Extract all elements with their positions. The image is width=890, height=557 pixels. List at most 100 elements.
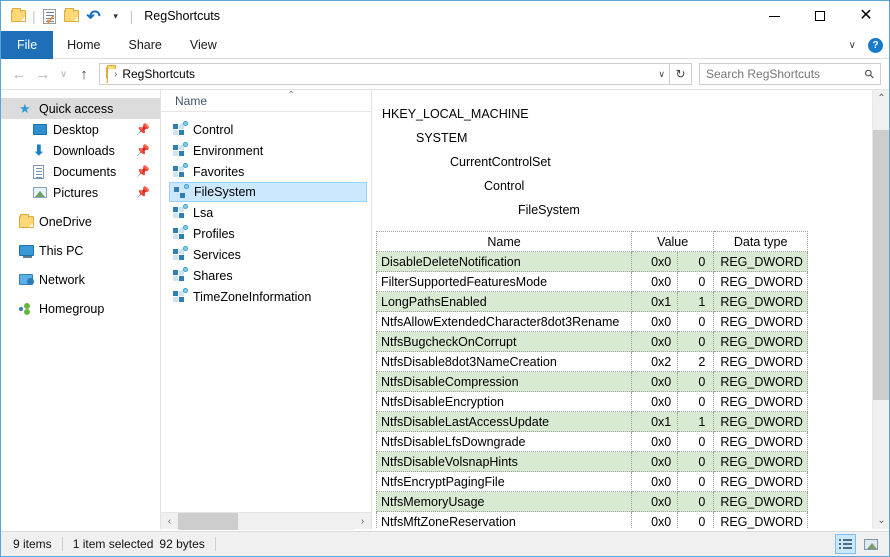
column-header-value: Value [631,231,715,252]
table-row[interactable]: NtfsDisableLastAccessUpdate 0x1 1 REG_DW… [375,411,808,432]
close-button[interactable]: ✕ [843,1,889,31]
pin-icon[interactable]: 📌 [136,123,150,136]
address-dropdown-icon[interactable]: ∨ [658,69,665,80]
sidebar-item-onedrive[interactable]: OneDrive [1,211,160,232]
chevron-down-icon[interactable]: ∨ [849,40,856,51]
search-input[interactable]: Search RegShortcuts [706,67,820,81]
scroll-up-icon[interactable]: ⌃ [873,90,889,107]
file-list-column-header[interactable]: Name ⌃ [161,90,371,112]
list-item[interactable]: TimeZoneInformation [161,286,371,307]
table-row[interactable]: NtfsMftZoneReservation 0x0 0 REG_DWORD [375,511,808,529]
registry-file-icon [173,121,188,136]
table-header-row: Name Value Data type [375,231,808,252]
list-item[interactable]: Environment [161,140,371,161]
registry-file-icon [173,267,188,282]
cell-hex: 0x0 [631,251,679,272]
table-row[interactable]: FilterSupportedFeaturesMode 0x0 0 REG_DW… [375,271,808,292]
list-item[interactable]: Services [161,244,371,265]
new-folder-icon[interactable] [9,7,27,25]
help-icon[interactable]: ? [868,37,883,53]
table-row[interactable]: NtfsDisableEncryption 0x0 0 REG_DWORD [375,391,808,412]
sidebar-item-label: Pictures [53,185,99,200]
picture-icon [33,187,51,198]
pin-icon[interactable]: 📌 [136,186,150,199]
sidebar-item-network[interactable]: Network [1,269,160,290]
cell-hex: 0x0 [631,451,679,472]
address-input[interactable]: › RegShortcuts ∨ [99,63,670,85]
sidebar-item-pictures[interactable]: Pictures 📌 [1,182,160,203]
search-icon[interactable]: ⚲ [862,66,878,82]
list-item[interactable]: Shares [161,265,371,286]
folder-icon[interactable] [63,7,81,25]
table-row[interactable]: LongPathsEnabled 0x1 1 REG_DWORD [375,291,808,312]
search-box[interactable]: Search RegShortcuts ⚲ [699,63,881,85]
sidebar-item-label: OneDrive [39,214,92,229]
sidebar-item-downloads[interactable]: ⬇ Downloads 📌 [1,140,160,161]
scroll-thumb[interactable] [178,512,238,530]
list-item-selected[interactable]: FileSystem [169,182,367,202]
quick-access-toolbar: | ✓ ↶ ▾ | [9,7,134,26]
table-row[interactable]: DisableDeleteNotification 0x0 0 REG_DWOR… [375,251,808,272]
sidebar-item-this-pc[interactable]: This PC [1,240,160,261]
customize-caret-icon[interactable]: ▾ [107,7,125,25]
cell-type: REG_DWORD [713,391,808,412]
tab-home[interactable]: Home [53,31,114,59]
file-list-horizontal-scrollbar[interactable]: ‹ › [161,512,371,530]
list-item[interactable]: Lsa [161,202,371,223]
table-row[interactable]: NtfsMemoryUsage 0x0 0 REG_DWORD [375,491,808,512]
tab-view[interactable]: View [176,31,231,59]
table-row[interactable]: NtfsEncryptPagingFile 0x0 0 REG_DWORD [375,471,808,492]
address-folder-icon [106,67,108,83]
list-item-label: Control [193,122,234,137]
cell-dec: 0 [677,311,715,332]
breadcrumb[interactable]: RegShortcuts [122,67,195,81]
registry-file-icon [173,246,188,261]
sidebar-item-label: This PC [39,243,84,258]
tab-file[interactable]: File [1,31,54,59]
scroll-thumb[interactable] [873,130,889,400]
cell-type: REG_DWORD [713,271,808,292]
table-row[interactable]: NtfsAllowExtendedCharacter8dot3Rename 0x… [375,311,808,332]
scroll-right-icon[interactable]: › [354,513,371,530]
list-item-label: Environment [193,143,264,158]
cell-dec: 0 [677,471,715,492]
sidebar-item-desktop[interactable]: Desktop 📌 [1,119,160,140]
back-button[interactable]: ← [7,62,31,86]
sidebar-item-quick-access[interactable]: ★ Quick access [1,98,160,119]
list-item[interactable]: Profiles [161,223,371,244]
cell-name: LongPathsEnabled [375,291,633,312]
thumbnail-view-button[interactable] [860,534,881,554]
undo-icon[interactable]: ↶ [85,7,103,25]
explorer-window: | ✓ ↶ ▾ | RegShortcuts ✕ File Home Share… [0,0,890,557]
scroll-track[interactable] [178,512,354,530]
list-item[interactable]: Control [161,119,371,140]
list-item[interactable]: Favorites [161,161,371,182]
sidebar-item-homegroup[interactable]: Homegroup [1,298,160,319]
preview-vertical-scrollbar[interactable]: ⌃ ⌄ [872,90,889,529]
table-row[interactable]: NtfsBugcheckOnCorrupt 0x0 0 REG_DWORD [375,331,808,352]
pin-icon[interactable]: 📌 [136,144,150,157]
column-header-name[interactable]: Name [175,94,207,108]
properties-icon[interactable]: ✓ [41,7,59,26]
details-view-button[interactable] [835,534,856,554]
refresh-button[interactable]: ↻ [670,63,692,85]
up-button[interactable]: ↑ [72,62,96,86]
network-icon [19,274,37,285]
maximize-button[interactable] [797,1,843,31]
sidebar-item-documents[interactable]: Documents 📌 [1,161,160,182]
table-row[interactable]: NtfsDisableLfsDowngrade 0x0 0 REG_DWORD [375,431,808,452]
table-row[interactable]: NtfsDisableVolsnapHints 0x0 0 REG_DWORD [375,451,808,472]
table-row[interactable]: NtfsDisableCompression 0x0 0 REG_DWORD [375,371,808,392]
cell-type: REG_DWORD [713,371,808,392]
minimize-button[interactable] [751,1,797,31]
recent-locations-button[interactable]: ∨ [55,62,72,86]
forward-button[interactable]: → [31,62,55,86]
scroll-down-icon[interactable]: ⌄ [873,512,889,529]
scroll-left-icon[interactable]: ‹ [161,513,178,530]
tab-share[interactable]: Share [115,31,176,59]
content-area: ★ Quick access Desktop 📌 ⬇ Downloads 📌 D… [1,89,889,530]
table-row[interactable]: NtfsDisable8dot3NameCreation 0x2 2 REG_D… [375,351,808,372]
registry-path-level-0: HKEY_LOCAL_MACHINE [382,107,529,121]
pin-icon[interactable]: 📌 [136,165,150,178]
cell-hex: 0x1 [631,411,679,432]
